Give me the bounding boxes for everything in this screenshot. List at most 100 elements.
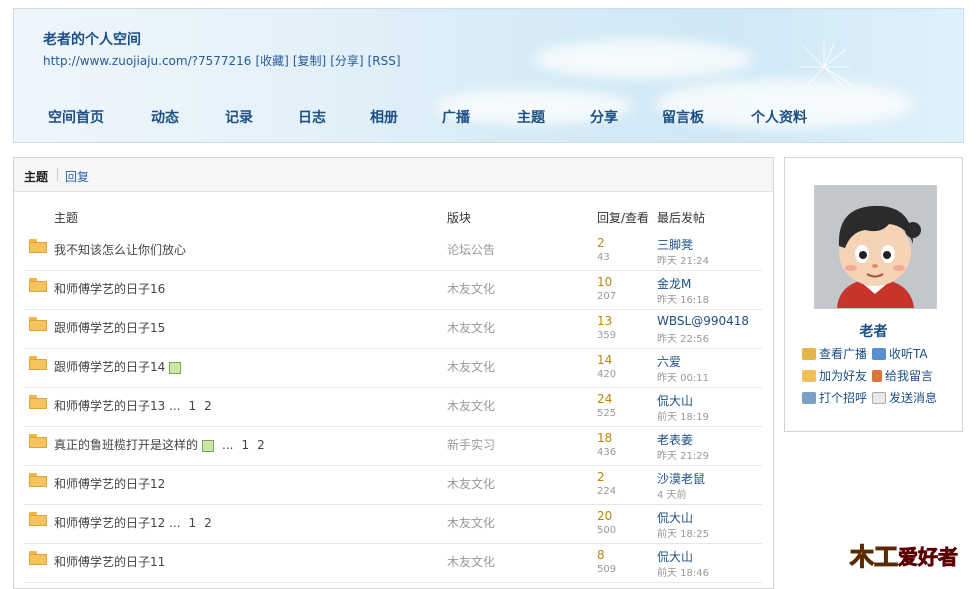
forum-name[interactable]: 木友文化 (447, 358, 495, 375)
folder-icon (29, 239, 47, 253)
follow-link[interactable]: 收听TA (872, 345, 928, 362)
reply-count[interactable]: 2 (597, 236, 605, 250)
image-attachment-icon (202, 439, 215, 452)
topic-title-cell: 和师傅学艺的日子13 ... 1 2 (54, 397, 212, 414)
table-header: 主题 版块 回复/查看 最后发帖 (14, 209, 773, 225)
page-link[interactable]: 2 (204, 399, 212, 413)
favorite-link[interactable]: [收藏] (255, 54, 288, 68)
share-link[interactable]: [分享] (330, 54, 363, 68)
page-link[interactable]: 2 (257, 438, 265, 452)
nav-share[interactable]: 分享 (590, 107, 618, 127)
view-count: 359 (597, 330, 617, 341)
forum-name[interactable]: 木友文化 (447, 553, 495, 570)
last-post-time[interactable]: 4 天前 (657, 486, 687, 501)
table-row: 跟师傅学艺的日子14 木友文化 14 420 六爱 昨天 00:11 (24, 349, 762, 388)
topic-title[interactable]: 和师傅学艺的日子12 (54, 477, 165, 491)
nav-records[interactable]: 记录 (225, 107, 253, 127)
reply-count[interactable]: 8 (597, 548, 605, 562)
reply-count[interactable]: 24 (597, 392, 612, 406)
last-poster[interactable]: 侃大山 (657, 548, 693, 565)
page-link[interactable]: 1 (189, 516, 197, 530)
svg-text:木工: 木工 (849, 543, 898, 570)
last-post-time[interactable]: 昨天 00:11 (657, 369, 709, 384)
reply-count[interactable]: 20 (597, 509, 612, 523)
last-post-time[interactable]: 昨天 22:56 (657, 330, 709, 345)
forum-name[interactable]: 木友文化 (447, 514, 495, 531)
folder-icon (29, 356, 47, 370)
last-post-time[interactable]: 前天 18:25 (657, 525, 709, 540)
forum-name[interactable]: 新手实习 (447, 436, 495, 453)
topic-title-cell: 跟师傅学艺的日子14 (54, 358, 182, 375)
page-link[interactable]: 1 (241, 438, 249, 452)
last-poster[interactable]: 六爱 (657, 353, 681, 370)
view-count: 509 (597, 564, 617, 575)
last-poster[interactable]: 沙漠老鼠 (657, 470, 705, 487)
last-post-time[interactable]: 前天 18:46 (657, 564, 709, 579)
last-poster[interactable]: WBSL@990418 (657, 314, 749, 328)
nav-broadcast[interactable]: 广播 (442, 107, 470, 127)
last-post-time[interactable]: 昨天 16:18 (657, 291, 709, 306)
greet-link[interactable]: 打个招呼 (802, 389, 867, 406)
nav-guestbook[interactable]: 留言板 (662, 107, 704, 127)
reply-count[interactable]: 2 (597, 470, 605, 484)
forum-name[interactable]: 木友文化 (447, 319, 495, 336)
last-poster[interactable]: 老表姜 (657, 431, 693, 448)
send-message-link[interactable]: 发送消息 (872, 389, 937, 406)
copy-link[interactable]: [复制] (293, 54, 326, 68)
topics-panel: 主题 回复 主题 版块 回复/查看 最后发帖 我不知该怎么让你们放心 论坛公告 2 4… (13, 157, 774, 589)
folder-icon (29, 551, 47, 565)
reply-count[interactable]: 13 (597, 314, 612, 328)
topic-title[interactable]: 和师傅学艺的日子16 (54, 282, 165, 296)
follow-icon (872, 348, 886, 360)
nav-feed[interactable]: 动态 (151, 107, 179, 127)
leave-message-label: 给我留言 (885, 369, 934, 383)
last-poster[interactable]: 金龙M (657, 275, 691, 292)
last-post-time[interactable]: 昨天 21:24 (657, 252, 709, 267)
forum-name[interactable]: 论坛公告 (447, 241, 495, 258)
col-stats: 回复/查看 (597, 211, 650, 225)
forum-name[interactable]: 木友文化 (447, 397, 495, 414)
add-friend-link[interactable]: 加为好友 (802, 367, 867, 384)
reply-count[interactable]: 10 (597, 275, 612, 289)
greet-label: 打个招呼 (819, 391, 868, 405)
table-row: 和师傅学艺的日子11 木友文化 8 509 侃大山 前天 18:46 (24, 544, 762, 583)
profile-name[interactable]: 老者 (785, 321, 962, 341)
avatar[interactable] (814, 185, 937, 309)
last-poster[interactable]: 三脚凳 (657, 236, 693, 253)
topic-title[interactable]: 跟师傅学艺的日子14 (54, 360, 165, 374)
view-broadcast-link[interactable]: 查看广播 (802, 345, 867, 362)
last-post-time[interactable]: 前天 18:19 (657, 408, 709, 423)
page-link[interactable]: 2 (204, 516, 212, 530)
nav-blog[interactable]: 日志 (298, 107, 326, 127)
tab-topics[interactable]: 主题 (24, 168, 48, 185)
folder-icon (29, 317, 47, 331)
last-poster[interactable]: 侃大山 (657, 392, 693, 409)
envelope-icon (872, 392, 886, 404)
dandelion-icon (800, 41, 854, 88)
topic-title[interactable]: 和师傅学艺的日子11 (54, 555, 165, 569)
reply-count[interactable]: 18 (597, 431, 612, 445)
last-poster[interactable]: 侃大山 (657, 509, 693, 526)
topic-title[interactable]: 真正的鲁班榄打开是这样的 (54, 438, 198, 452)
nav-profile[interactable]: 个人资料 (751, 107, 807, 127)
forum-name[interactable]: 木友文化 (447, 475, 495, 492)
topic-title-cell: 和师傅学艺的日子11 (54, 553, 165, 570)
topic-title[interactable]: 我不知该怎么让你们放心 (54, 243, 186, 257)
topic-title[interactable]: 和师傅学艺的日子13 ... (54, 399, 181, 413)
page-link[interactable]: ... (222, 438, 233, 452)
nav-topics[interactable]: 主题 (517, 107, 545, 127)
reply-count[interactable]: 14 (597, 353, 612, 367)
last-post-time[interactable]: 昨天 21:29 (657, 447, 709, 462)
leave-message-link[interactable]: 给我留言 (872, 367, 933, 384)
space-header: 老者的个人空间 http://www.zuojiaju.com/?7577216… (13, 8, 964, 143)
page-link[interactable]: 1 (189, 399, 197, 413)
nav-home[interactable]: 空间首页 (48, 107, 104, 127)
space-url-link[interactable]: http://www.zuojiaju.com/?7577216 (43, 54, 251, 68)
topic-title[interactable]: 跟师傅学艺的日子15 (54, 321, 165, 335)
rss-link[interactable]: [RSS] (368, 54, 401, 68)
forum-name[interactable]: 木友文化 (447, 280, 495, 297)
table-row: 和师傅学艺的日子13 ... 1 2 木友文化 24 525 侃大山 前天 18:19 (24, 388, 762, 427)
nav-album[interactable]: 相册 (370, 107, 398, 127)
tab-replies[interactable]: 回复 (65, 168, 89, 185)
topic-title[interactable]: 和师傅学艺的日子12 ... (54, 516, 181, 530)
